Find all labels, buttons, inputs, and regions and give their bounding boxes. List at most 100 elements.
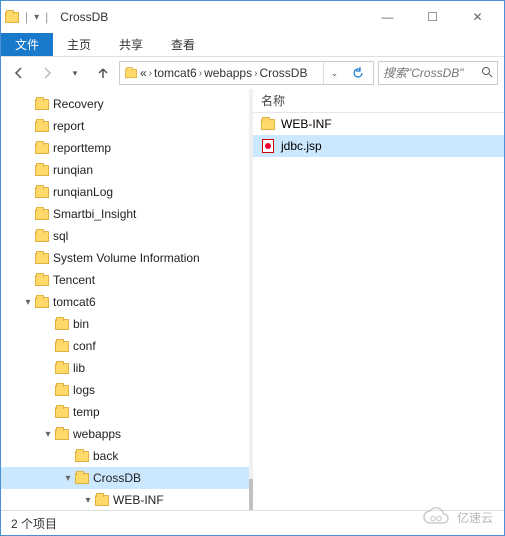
window-buttons: — ☐ ✕ — [365, 3, 500, 31]
back-button[interactable] — [7, 61, 31, 85]
tree-item-label: Smartbi_Insight — [53, 207, 136, 221]
tree-item[interactable]: Recovery — [1, 93, 249, 115]
folder-icon — [55, 341, 69, 352]
chevron-right-icon: › — [149, 68, 152, 79]
breadcrumb-segment-1[interactable]: webapps › — [204, 66, 257, 80]
tree-item[interactable]: lib — [1, 357, 249, 379]
search-box[interactable] — [378, 61, 498, 85]
title-bar: | ▾ | CrossDB — ☐ ✕ — [1, 1, 504, 33]
expand-toggle[interactable]: ▾ — [21, 297, 35, 308]
folder-icon — [55, 319, 69, 330]
status-text: 2 个项目 — [11, 515, 57, 532]
tree-item-label: reporttemp — [53, 141, 111, 155]
list-body[interactable]: WEB-INF jdbc.jsp — [253, 113, 504, 510]
tree-item[interactable]: temp — [1, 401, 249, 423]
tree-item[interactable]: bin — [1, 313, 249, 335]
recent-dropdown[interactable]: ▾ — [63, 61, 87, 85]
breadcrumb-segment-2[interactable]: CrossDB — [259, 66, 307, 80]
tree-item-label: logs — [73, 383, 95, 397]
jsp-file-icon — [261, 139, 275, 153]
navigation-tree[interactable]: Recovery report reporttemp runqianrunqianLo… — [1, 89, 249, 510]
tree-item[interactable]: ▾ WEB-INF — [1, 489, 249, 510]
tree-item[interactable]: reporttemp — [1, 137, 249, 159]
folder-icon — [95, 495, 109, 506]
list-item[interactable]: WEB-INF — [253, 113, 504, 135]
column-name[interactable]: 名称 — [261, 92, 325, 109]
tab-home[interactable]: 主页 — [53, 33, 105, 56]
ribbon-tabs: 文件 主页 共享 查看 — [1, 33, 504, 57]
tree-item-label: temp — [73, 405, 100, 419]
tree-item[interactable]: sql — [1, 225, 249, 247]
tree-item[interactable]: runqianLog — [1, 181, 249, 203]
tree-item[interactable]: Tencent — [1, 269, 249, 291]
up-button[interactable] — [91, 61, 115, 85]
tree-item-label: back — [93, 449, 118, 463]
folder-icon — [35, 99, 49, 110]
tree-item-label: conf — [73, 339, 96, 353]
folder-icon — [55, 429, 69, 440]
address-dropdown[interactable]: ⌄ — [323, 62, 345, 84]
tree-item-label: bin — [73, 317, 89, 331]
expand-toggle[interactable]: ▾ — [61, 473, 75, 484]
expand-toggle[interactable]: ▾ — [81, 495, 95, 506]
tree-item-label: CrossDB — [93, 471, 141, 485]
qat-separator-2: | — [45, 10, 48, 24]
quick-access-toolbar: | ▾ | — [5, 10, 52, 24]
search-icon[interactable] — [481, 66, 493, 81]
search-input[interactable] — [383, 66, 481, 80]
tree-item-label: System Volume Information — [53, 251, 200, 265]
list-header[interactable]: 名称 — [253, 89, 504, 113]
minimize-button[interactable]: — — [365, 3, 410, 31]
tree-item[interactable]: runqian — [1, 159, 249, 181]
tab-share[interactable]: 共享 — [105, 33, 157, 56]
status-bar: 2 个项目 — [1, 511, 504, 535]
tree-item-label: sql — [53, 229, 68, 243]
tab-file[interactable]: 文件 — [1, 33, 53, 56]
folder-icon — [35, 209, 49, 220]
close-button[interactable]: ✕ — [455, 3, 500, 31]
arrow-left-icon — [12, 66, 26, 80]
folder-icon — [75, 473, 89, 484]
folder-icon — [35, 143, 49, 154]
breadcrumb[interactable]: « › tomcat6 › webapps › CrossDB ⌄ — [119, 61, 374, 85]
tree-item[interactable]: conf — [1, 335, 249, 357]
tree-item[interactable]: System Volume Information — [1, 247, 249, 269]
splitter-thumb[interactable] — [249, 479, 253, 511]
tree-item[interactable]: ▾ CrossDB — [1, 467, 249, 489]
address-bar-row: ▾ « › tomcat6 › webapps › CrossDB ⌄ — [1, 57, 504, 89]
folder-icon — [35, 121, 49, 132]
tree-item[interactable]: report — [1, 115, 249, 137]
tree-item-label: lib — [73, 361, 85, 375]
breadcrumb-overflow[interactable]: « › — [140, 66, 152, 80]
folder-icon — [55, 363, 69, 374]
qat-dropdown-icon[interactable]: ▾ — [34, 12, 39, 23]
folder-icon — [35, 231, 49, 242]
qat-separator: | — [25, 10, 28, 24]
tree-item[interactable]: logs — [1, 379, 249, 401]
tree-item-label: WEB-INF — [113, 493, 164, 507]
tree-item[interactable]: ▾tomcat6 — [1, 291, 249, 313]
tree-item[interactable]: ▾webapps — [1, 423, 249, 445]
folder-icon — [75, 451, 89, 462]
folder-icon — [55, 385, 69, 396]
refresh-button[interactable] — [347, 62, 369, 84]
forward-button[interactable] — [35, 61, 59, 85]
arrow-up-icon — [96, 66, 110, 80]
folder-icon — [35, 275, 49, 286]
tree-item[interactable]: Smartbi_Insight — [1, 203, 249, 225]
tree-item[interactable]: back — [1, 445, 249, 467]
folder-icon — [35, 297, 49, 308]
chevron-right-icon: › — [199, 68, 202, 79]
tab-view[interactable]: 查看 — [157, 33, 209, 56]
tree-item-label: Recovery — [53, 97, 104, 111]
list-item[interactable]: jdbc.jsp — [253, 135, 504, 157]
app-icon — [5, 12, 19, 23]
folder-icon — [261, 117, 275, 131]
splitter[interactable] — [249, 89, 253, 510]
list-item-label: jdbc.jsp — [281, 139, 322, 153]
folder-icon — [35, 187, 49, 198]
breadcrumb-segment-0[interactable]: tomcat6 › — [154, 66, 202, 80]
folder-icon — [55, 407, 69, 418]
maximize-button[interactable]: ☐ — [410, 3, 455, 31]
expand-toggle[interactable]: ▾ — [41, 429, 55, 440]
